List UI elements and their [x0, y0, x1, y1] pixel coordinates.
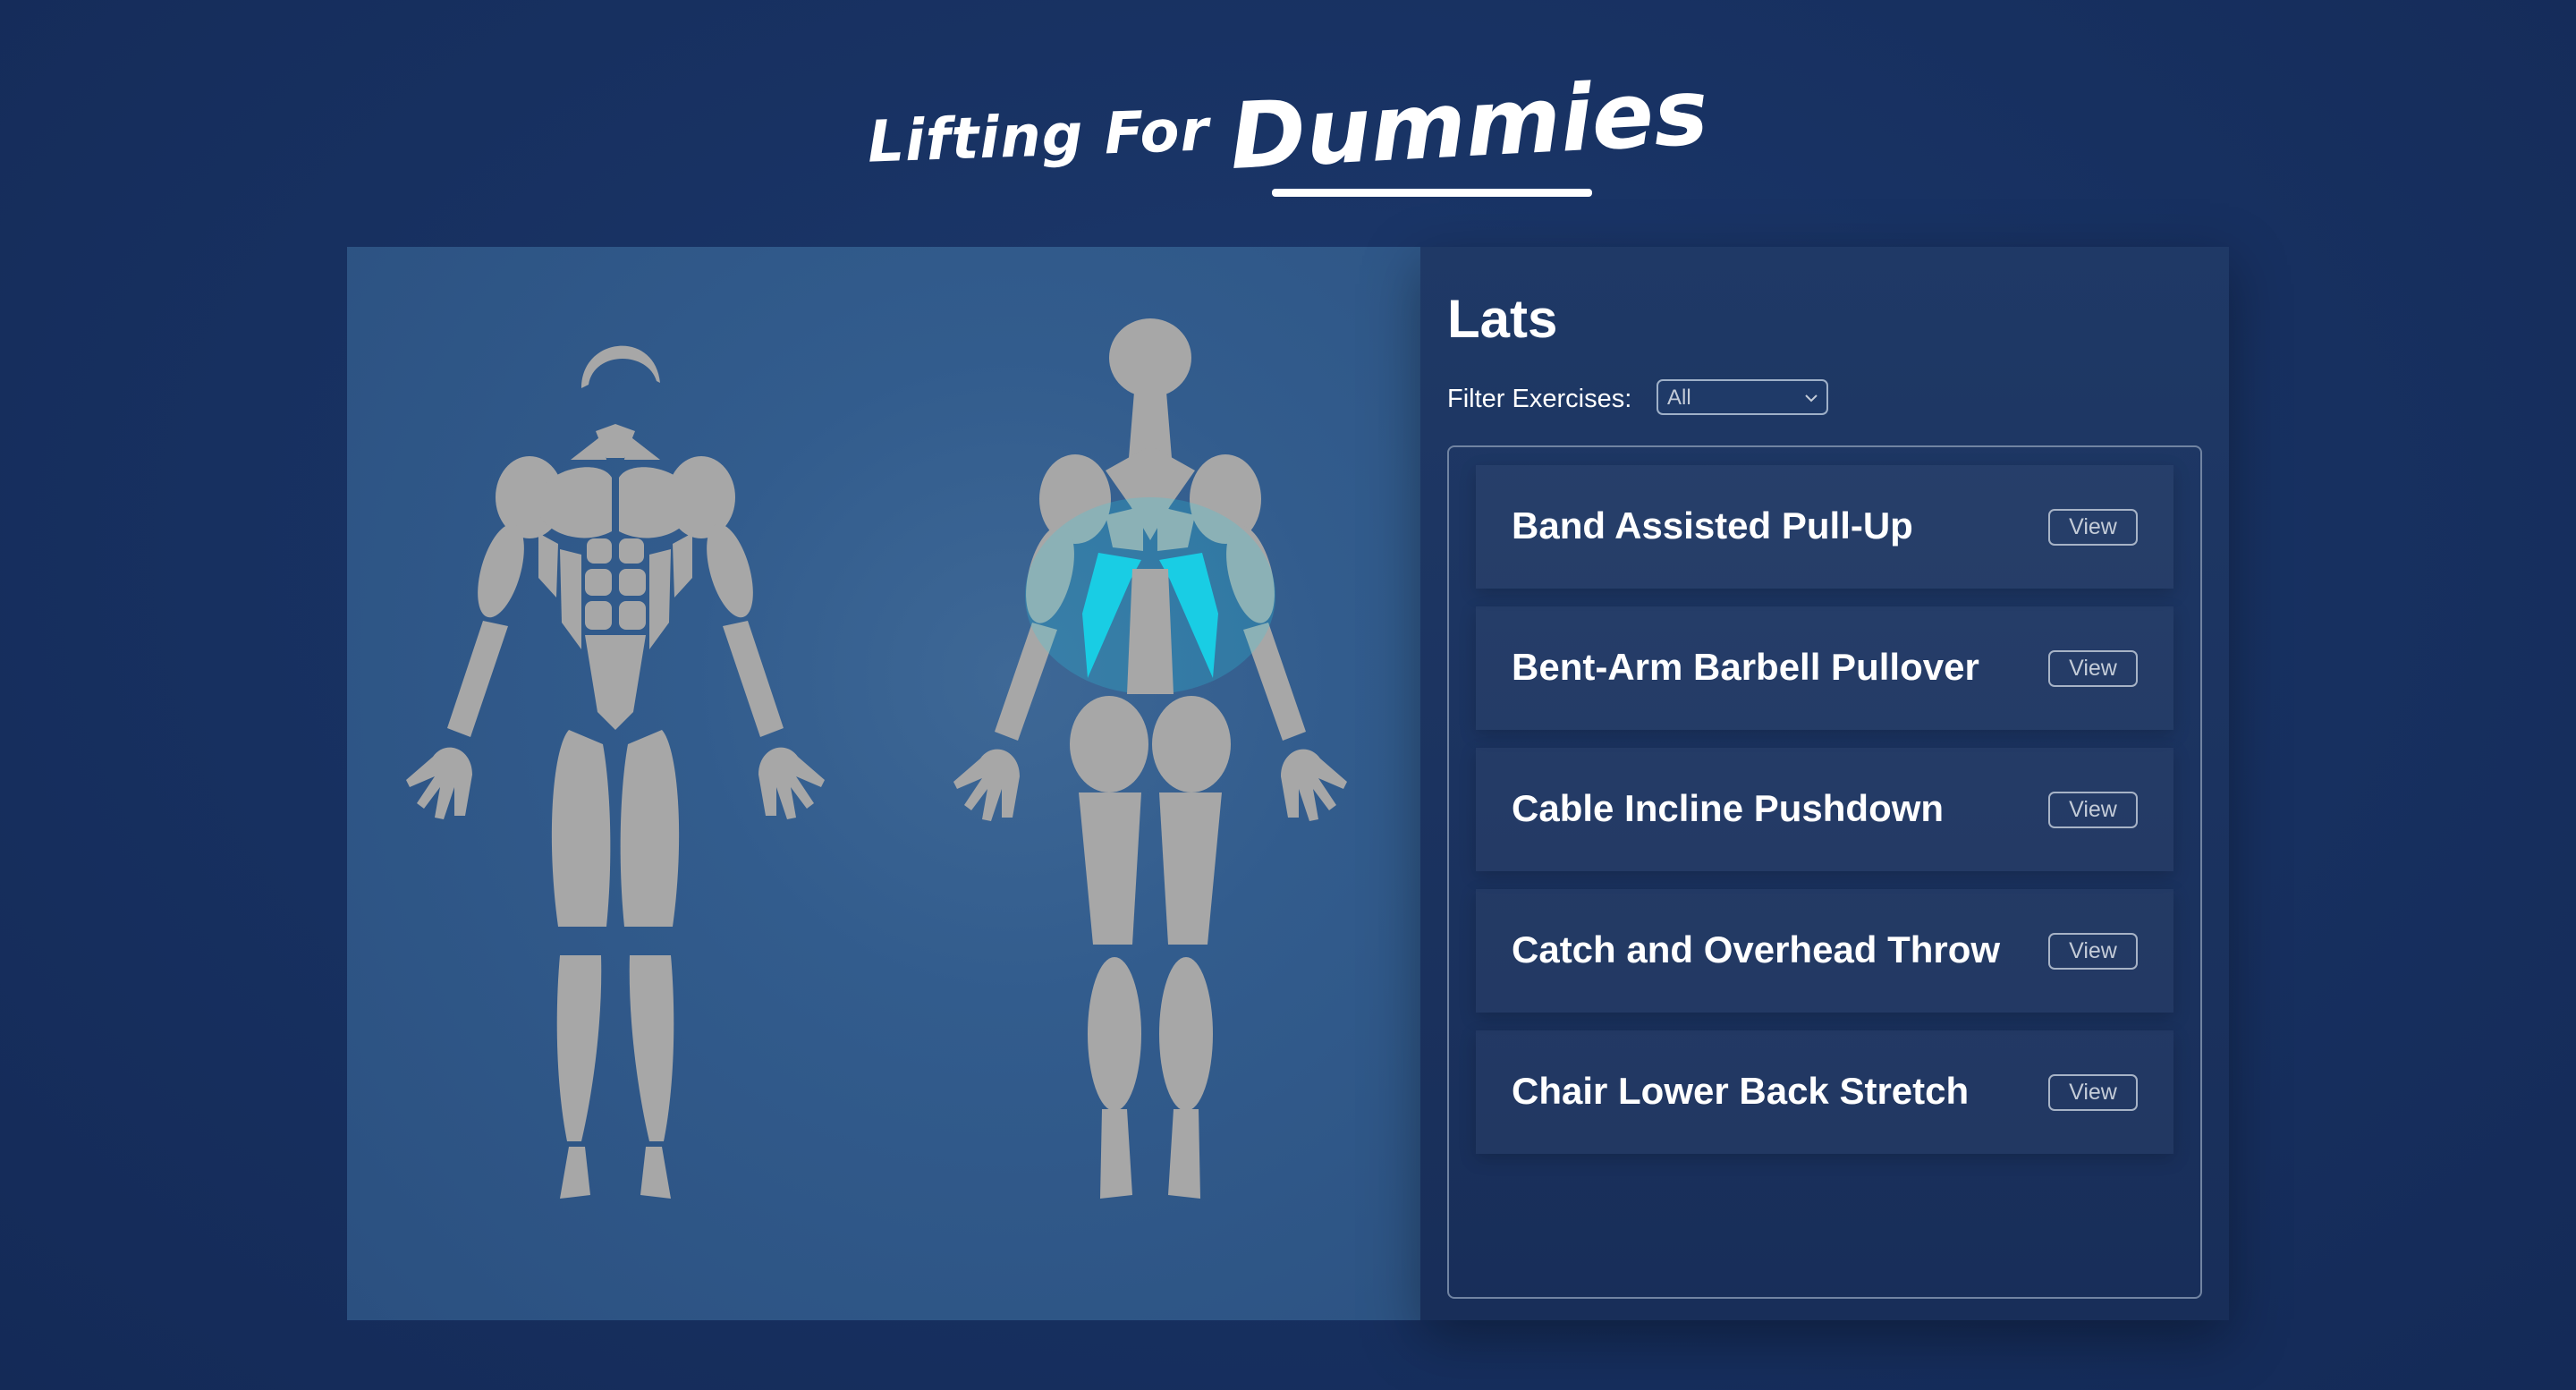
front-trap-right[interactable]: [624, 435, 660, 460]
view-exercise-button[interactable]: View: [2048, 509, 2138, 546]
exercise-item: Catch and Overhead Throw View: [1476, 889, 2174, 1013]
front-hand-left[interactable]: [406, 747, 472, 819]
quad-left[interactable]: [551, 730, 611, 927]
abs-mid-left[interactable]: [585, 569, 612, 596]
exercise-name: Catch and Overhead Throw: [1512, 928, 2001, 970]
exercise-item: Band Assisted Pull-Up View: [1476, 465, 2174, 589]
view-exercise-button[interactable]: View: [2048, 792, 2138, 828]
hamstring-right[interactable]: [1159, 792, 1222, 945]
abs-low-left[interactable]: [585, 601, 612, 630]
back-body-figure: [953, 318, 1347, 1199]
chevron-down-icon: [1805, 394, 1818, 403]
front-body-figure: [406, 345, 825, 1199]
back-foot-right[interactable]: [1168, 1109, 1200, 1199]
lower-back[interactable]: [1127, 569, 1174, 694]
exercise-list[interactable]: Band Assisted Pull-Up View Bent-Arm Barb…: [1447, 445, 2202, 1299]
serratus-right[interactable]: [673, 533, 692, 598]
shin-right[interactable]: [629, 955, 674, 1141]
abs-low-right[interactable]: [619, 601, 646, 630]
front-hand-right[interactable]: [758, 747, 825, 819]
title-underline: [1272, 189, 1592, 197]
back-hand-left[interactable]: [953, 749, 1020, 821]
exercise-name: Bent-Arm Barbell Pullover: [1512, 646, 1979, 688]
hamstring-left[interactable]: [1079, 792, 1141, 945]
glute-left[interactable]: [1070, 696, 1148, 792]
app-header: Lifting For Dummies: [0, 59, 2576, 206]
abs-lower[interactable]: [585, 635, 646, 730]
filter-label: Filter Exercises:: [1447, 385, 1632, 413]
serratus-left[interactable]: [538, 533, 558, 598]
front-forearm-left[interactable]: [447, 621, 508, 737]
exercise-item: Chair Lower Back Stretch View: [1476, 1030, 2174, 1154]
calf-left[interactable]: [1088, 957, 1141, 1111]
shin-left[interactable]: [556, 955, 602, 1141]
app-title-main: Dummies: [1227, 59, 1711, 191]
glute-right[interactable]: [1152, 696, 1231, 792]
front-trap-left[interactable]: [571, 435, 606, 460]
exercise-panel: Lats Filter Exercises: All Band Assisted…: [1420, 247, 2229, 1320]
selected-muscle-title: Lats: [1447, 289, 1558, 349]
exercise-name: Cable Incline Pushdown: [1512, 787, 1945, 829]
obliques-left[interactable]: [560, 549, 581, 649]
filter-selected-value: All: [1667, 386, 1691, 410]
quad-right[interactable]: [620, 730, 680, 927]
muscle-map: [406, 318, 1347, 1199]
front-foot-right[interactable]: [640, 1147, 671, 1199]
calf-right[interactable]: [1159, 957, 1213, 1111]
front-head-icon[interactable]: [581, 345, 660, 388]
view-exercise-button[interactable]: View: [2048, 650, 2138, 687]
app-title-prefix: Lifting For: [866, 97, 1211, 176]
abs-mid-right[interactable]: [619, 569, 646, 596]
muscle-map-panel: [347, 247, 1420, 1320]
exercise-name: Band Assisted Pull-Up: [1512, 504, 1913, 547]
view-exercise-button[interactable]: View: [2048, 933, 2138, 970]
abs-upper-right[interactable]: [619, 538, 644, 564]
exercise-item: Bent-Arm Barbell Pullover View: [1476, 606, 2174, 730]
view-exercise-button[interactable]: View: [2048, 1074, 2138, 1111]
exercise-name: Chair Lower Back Stretch: [1512, 1070, 1970, 1112]
back-foot-left[interactable]: [1100, 1109, 1132, 1199]
exercise-item: Cable Incline Pushdown View: [1476, 748, 2174, 871]
back-head[interactable]: [1109, 318, 1191, 397]
front-foot-left[interactable]: [560, 1147, 590, 1199]
exercise-filter-select[interactable]: All: [1657, 379, 1828, 415]
back-hand-right[interactable]: [1281, 749, 1347, 821]
abs-upper-left[interactable]: [587, 538, 612, 564]
obliques-right[interactable]: [649, 549, 671, 649]
app-title: Lifting For Dummies: [0, 59, 2576, 191]
front-forearm-right[interactable]: [723, 621, 784, 737]
